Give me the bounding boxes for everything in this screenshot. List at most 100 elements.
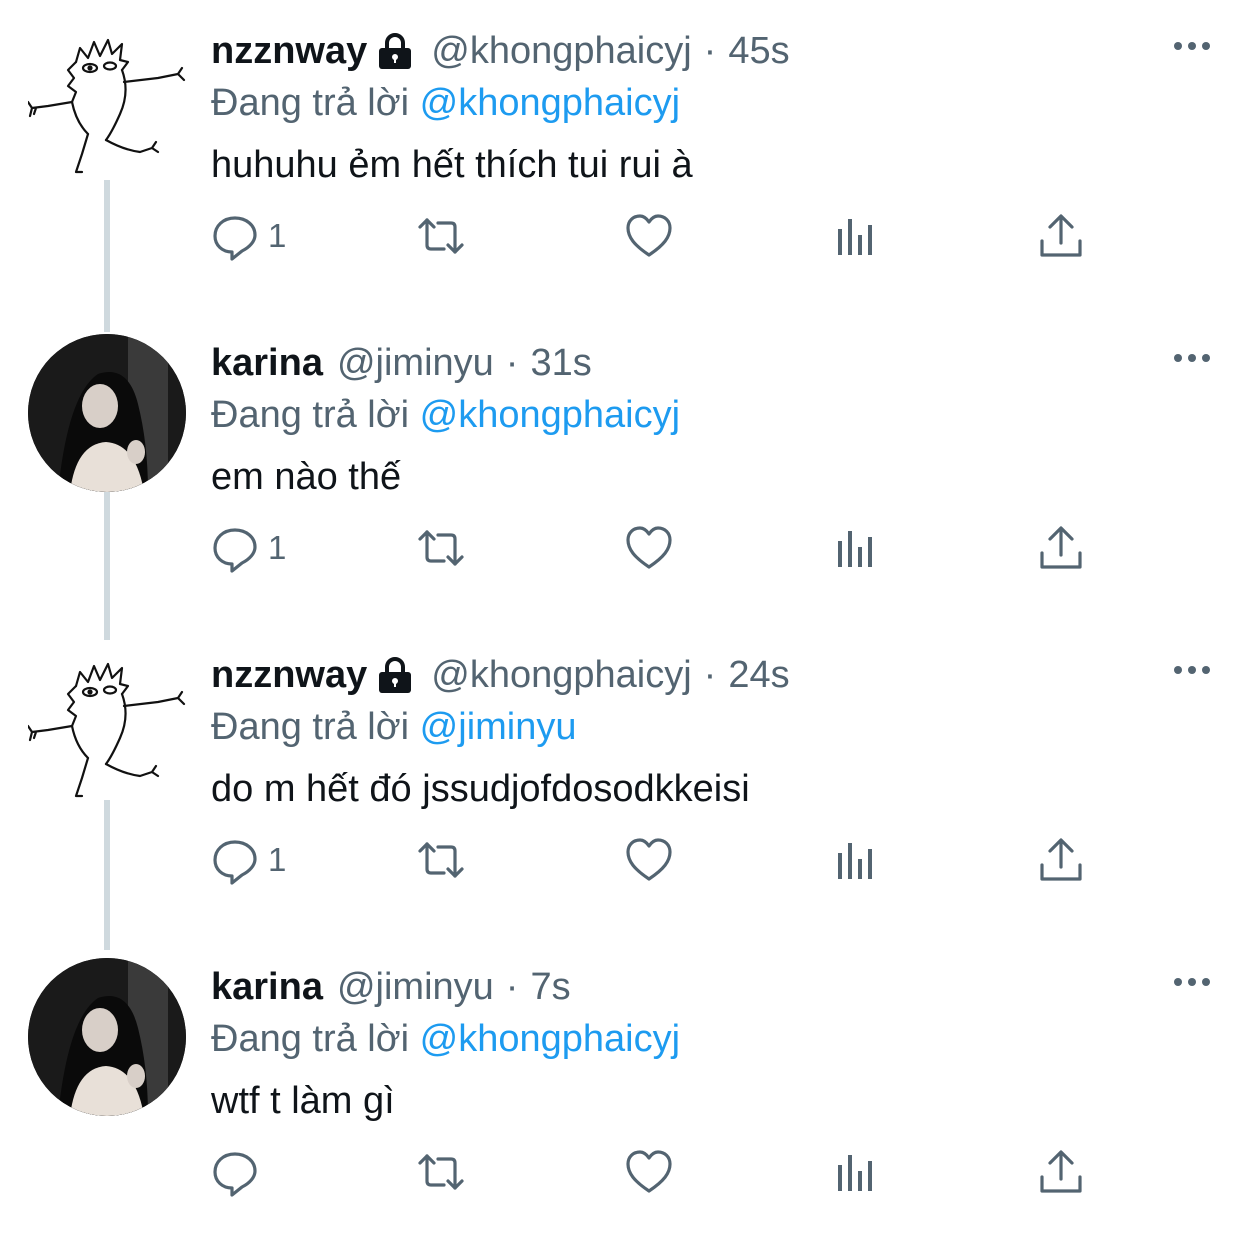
more-options-icon[interactable]: [1172, 972, 1212, 992]
tweet[interactable]: nzznway @khongphaicyj · 45s Đang trả lời…: [0, 0, 1242, 312]
mention-link[interactable]: @khongphaicyj: [420, 1018, 680, 1060]
tweet-header: karina @jiminyu · 31s: [211, 336, 1202, 390]
analytics-icon: [838, 843, 872, 879]
reply-button[interactable]: 1: [210, 206, 286, 266]
retweet-icon: [418, 218, 464, 254]
retweet-button[interactable]: [416, 518, 466, 578]
display-name[interactable]: nzznway: [211, 648, 367, 702]
tweet-content: karina @jiminyu · 7s Đang trả lời @khong…: [211, 960, 1202, 1128]
user-handle[interactable]: @jiminyu: [337, 960, 494, 1014]
replying-to: Đang trả lời @khongphaicyj: [211, 1014, 1202, 1064]
user-handle[interactable]: @khongphaicyj: [431, 648, 691, 702]
like-button[interactable]: [624, 206, 674, 266]
tweet-header: nzznway @khongphaicyj · 24s: [211, 648, 1202, 702]
mention-link[interactable]: @khongphaicyj: [420, 82, 680, 124]
avatar[interactable]: [28, 334, 186, 492]
retweet-button[interactable]: [416, 206, 466, 266]
analytics-button[interactable]: [832, 830, 882, 890]
reply-count: 1: [268, 217, 287, 254]
replying-to-label: Đang trả lời: [211, 82, 410, 124]
doodle-avatar-image: [26, 662, 186, 798]
share-button[interactable]: [1036, 1142, 1086, 1202]
replying-to: Đang trả lời @jiminyu: [211, 702, 1202, 752]
like-button[interactable]: [624, 1142, 674, 1202]
analytics-button[interactable]: [832, 1142, 882, 1202]
replying-to-label: Đang trả lời: [211, 1018, 410, 1060]
tweet-actions: 1: [210, 206, 1110, 266]
tweet[interactable]: karina @jiminyu · 31s Đang trả lời @khon…: [0, 312, 1242, 624]
reply-button[interactable]: 1: [210, 518, 286, 578]
reply-icon: [213, 528, 257, 573]
reply-icon: [213, 216, 257, 261]
reply-count: 1: [268, 529, 287, 566]
user-handle[interactable]: @jiminyu: [337, 336, 494, 390]
tweet-content: nzznway @khongphaicyj · 45s Đang trả lời…: [211, 24, 1202, 192]
tweet-header: nzznway @khongphaicyj · 45s: [211, 24, 1202, 78]
lock-icon: [373, 655, 417, 695]
heart-icon: [626, 1150, 672, 1193]
retweet-button[interactable]: [416, 830, 466, 890]
tweet-content: nzznway @khongphaicyj · 24s Đang trả lời…: [211, 648, 1202, 816]
analytics-button[interactable]: [832, 518, 882, 578]
reply-icon: [213, 840, 257, 885]
tweet-actions: 1: [210, 830, 1110, 890]
more-options-icon[interactable]: [1172, 660, 1212, 680]
timestamp[interactable]: 7s: [530, 960, 570, 1014]
tweet-text: do m hết đó jssudjofdosodkkeisi: [211, 768, 750, 810]
avatar[interactable]: [28, 958, 186, 1116]
reply-count: 1: [268, 841, 287, 878]
tweet-actions: 1: [210, 518, 1110, 578]
analytics-button[interactable]: [832, 206, 882, 266]
share-icon: [1040, 526, 1082, 569]
heart-icon: [626, 838, 672, 881]
share-icon: [1040, 214, 1082, 257]
share-button[interactable]: [1036, 518, 1086, 578]
mention-link[interactable]: @jiminyu: [420, 706, 577, 748]
analytics-icon: [838, 1155, 872, 1191]
replying-to-label: Đang trả lời: [211, 394, 410, 436]
retweet-icon: [418, 1154, 464, 1190]
display-name[interactable]: karina: [211, 336, 323, 390]
reply-icon: [213, 1152, 257, 1197]
more-options-icon[interactable]: [1172, 36, 1212, 56]
tweet[interactable]: karina @jiminyu · 7s Đang trả lời @khong…: [0, 936, 1242, 1248]
replying-to-label: Đang trả lời: [211, 706, 410, 748]
mention-link[interactable]: @khongphaicyj: [420, 394, 680, 436]
replying-to: Đang trả lời @khongphaicyj: [211, 390, 1202, 440]
tweet-text: wtf t làm gì: [211, 1080, 395, 1122]
tweet-actions: [210, 1142, 1110, 1202]
replying-to: Đang trả lời @khongphaicyj: [211, 78, 1202, 128]
tweet-text: huhuhu ẻm hết thích tui rui à: [211, 144, 693, 186]
tweet-content: karina @jiminyu · 31s Đang trả lời @khon…: [211, 336, 1202, 504]
user-handle[interactable]: @khongphaicyj: [431, 24, 691, 78]
share-button[interactable]: [1036, 830, 1086, 890]
display-name[interactable]: nzznway: [211, 24, 367, 78]
separator-dot: ·: [703, 654, 717, 696]
like-button[interactable]: [624, 518, 674, 578]
tweet[interactable]: nzznway @khongphaicyj · 24s Đang trả lời…: [0, 624, 1242, 936]
avatar[interactable]: [26, 22, 186, 180]
timestamp[interactable]: 45s: [728, 24, 789, 78]
retweet-icon: [418, 530, 464, 566]
profile-photo: [28, 958, 186, 1116]
share-button[interactable]: [1036, 206, 1086, 266]
retweet-button[interactable]: [416, 1142, 466, 1202]
reply-button[interactable]: 1: [210, 830, 286, 890]
analytics-icon: [838, 531, 872, 567]
reply-button[interactable]: [210, 1142, 268, 1202]
separator-dot: ·: [703, 30, 717, 72]
share-icon: [1040, 1150, 1082, 1193]
tweet-header: karina @jiminyu · 7s: [211, 960, 1202, 1014]
timestamp[interactable]: 24s: [728, 648, 789, 702]
display-name[interactable]: karina: [211, 960, 323, 1014]
avatar[interactable]: [26, 646, 186, 804]
lock-icon: [373, 31, 417, 71]
analytics-icon: [838, 219, 872, 255]
retweet-icon: [418, 842, 464, 878]
more-options-icon[interactable]: [1172, 348, 1212, 368]
share-icon: [1040, 838, 1082, 881]
separator-dot: ·: [505, 342, 519, 384]
timestamp[interactable]: 31s: [530, 336, 591, 390]
heart-icon: [626, 214, 672, 257]
like-button[interactable]: [624, 830, 674, 890]
